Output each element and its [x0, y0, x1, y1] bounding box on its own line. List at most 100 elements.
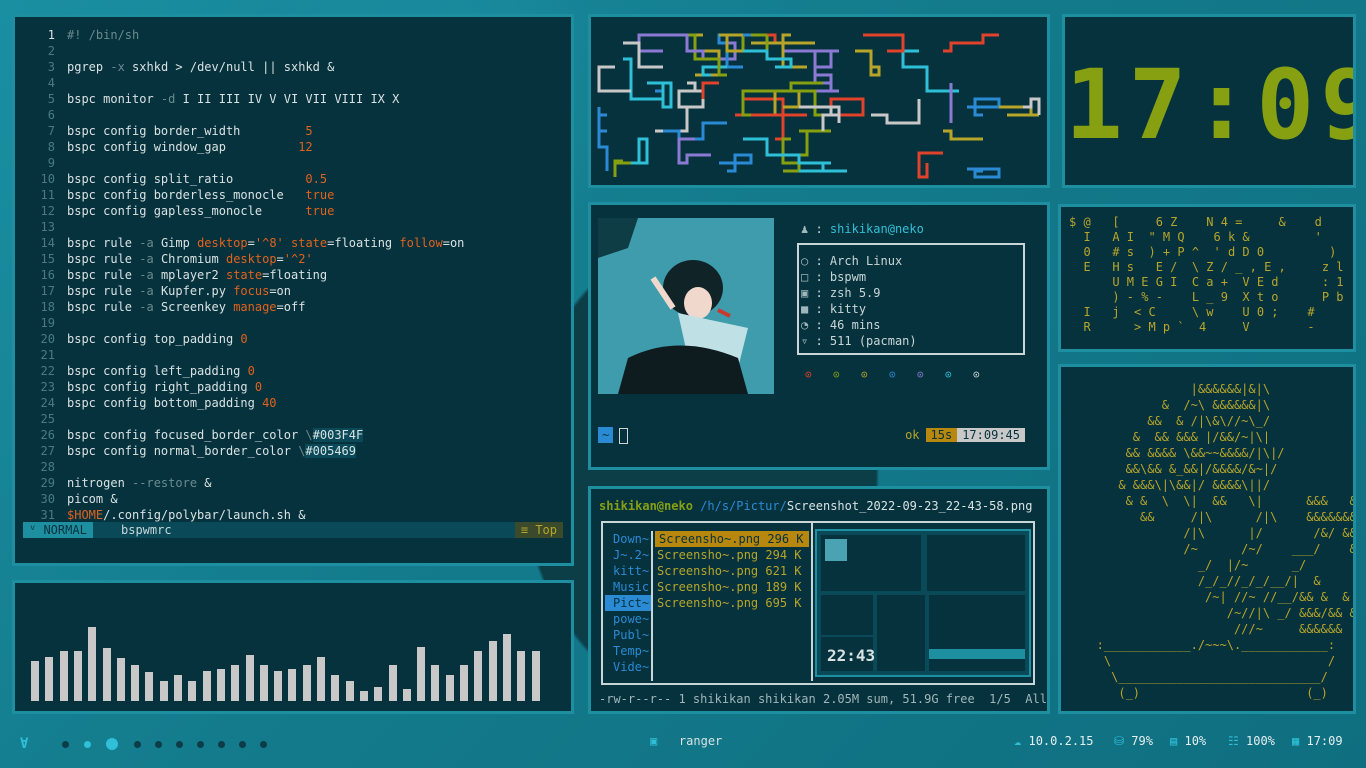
workspace-5[interactable] [155, 741, 162, 748]
workspace-7[interactable] [197, 741, 204, 748]
dir-item[interactable]: Temp~ [603, 643, 651, 659]
code-token: --restore [132, 476, 205, 490]
workspace-4[interactable] [134, 741, 141, 748]
disk-module[interactable]: ⛁ 79% [1114, 734, 1153, 748]
editor-window[interactable]: 1 #! /bin/sh 2 3 pgrep -x sxhkd > /dev/null … [12, 14, 574, 566]
pipe-segment [671, 33, 703, 53]
memory-module[interactable]: ▤ 10% [1170, 734, 1206, 748]
workspace-10[interactable] [260, 741, 267, 748]
parent-dir-column[interactable]: Down~ J~.2~ kitt~ Music Pict~ powe~ Publ~ Temp~… [603, 531, 653, 681]
code-line[interactable]: 1 #! /bin/sh [23, 27, 563, 43]
pipe-segment [967, 97, 1001, 117]
file-item[interactable]: Screensho~.png 695 K [653, 595, 811, 611]
code-line[interactable]: 7 bspc config border_width 5 [23, 123, 563, 139]
dir-item[interactable]: powe~ [603, 611, 651, 627]
file-item[interactable]: Screensho~.png 621 K [653, 563, 811, 579]
code-line[interactable]: 26 bspc config focused_border_color \#003… [23, 427, 563, 443]
arch-logo-icon[interactable]: Ɐ [20, 736, 28, 752]
dir-item[interactable]: Down~ [603, 531, 651, 547]
dir-item[interactable]: Pict~ [605, 595, 651, 611]
code-line[interactable]: 9 [23, 155, 563, 171]
visualizer-bar [31, 661, 39, 701]
code-line[interactable]: 27 bspc config normal_border_color \#0054… [23, 443, 563, 459]
fetch-row: ○ : Arch Linux [801, 253, 924, 269]
line-number: 30 [40, 492, 55, 506]
code-line[interactable]: 6 [23, 107, 563, 123]
code-line[interactable]: 8 bspc config window_gap 12 [23, 139, 563, 155]
pipe-segment [735, 113, 785, 141]
code-token: bspc config split_ratio [67, 172, 306, 186]
code-line[interactable]: 24 bspc config bottom_padding 40 [23, 395, 563, 411]
cpu-module[interactable]: ☷ 100% [1228, 734, 1275, 748]
code-line[interactable]: 12 bspc config gapless_monocle true [23, 203, 563, 219]
code-line[interactable]: 30 picom & [23, 491, 563, 507]
code-line[interactable]: 16 bspc rule -a mplayer2 state=floating [23, 267, 563, 283]
workspace-1[interactable] [62, 741, 69, 748]
dir-item[interactable]: Music [603, 579, 651, 595]
code-line[interactable]: 13 [23, 219, 563, 235]
pipe-segment [999, 105, 1039, 117]
workspace-9[interactable] [239, 741, 246, 748]
ranger-statusbar: -rw-r--r-- 1 shikikan shikikan 2.05M sum… [599, 692, 1047, 706]
clock-module[interactable]: ▦ 17:09 [1292, 734, 1343, 748]
file-item[interactable]: Screensho~.png 296 K [655, 531, 809, 547]
shell-prompt[interactable]: ~ [598, 427, 629, 444]
code-line[interactable]: 4 [23, 75, 563, 91]
code-line[interactable]: 18 bspc rule -a Screenkey manage=off [23, 299, 563, 315]
dir-item[interactable]: kitt~ [603, 563, 651, 579]
prompt-status: ok 15s 17:09:45 [905, 427, 1025, 443]
code-line[interactable]: 2 [23, 43, 563, 59]
code-line[interactable]: 3 pgrep -x sxhkd > /dev/null || sxhkd & [23, 59, 563, 75]
code-token: -a [139, 284, 161, 298]
exit-status: ok [905, 428, 920, 442]
code-line[interactable]: 19 [23, 315, 563, 331]
file-name: Screensho~.png [659, 532, 761, 546]
avatar [598, 218, 774, 394]
code-token: =off [276, 300, 306, 314]
file-item[interactable]: Screensho~.png 189 K [653, 579, 811, 595]
random-chars: $ @ [ 6 Z N 4 = & d I A I " M Q 6 k & ' … [1069, 215, 1344, 334]
cloud-icon: ☁ [1014, 734, 1022, 748]
workspace-3-focused[interactable] [106, 738, 118, 750]
code-line[interactable]: 15 bspc rule -a Chromium desktop='^2' [23, 251, 563, 267]
code-token: bspc config window_gap [67, 140, 299, 154]
current-dir-column[interactable]: Screensho~.png 296 K Screensho~.png 294 K… [653, 523, 813, 681]
code-line[interactable]: 14 bspc rule -a Gimp desktop='^8' state=f… [23, 235, 563, 251]
dir-item[interactable]: J~.2~ [603, 547, 651, 563]
code-line[interactable]: 31 $HOME/.config/polybar/launch.sh & [23, 507, 563, 523]
line-number: 6 [47, 108, 55, 122]
code-line[interactable]: 10 bspc config split_ratio 0.5 [23, 171, 563, 187]
ranger-window[interactable]: shikikan@neko /h/s/Pictur/Screenshot_202… [588, 486, 1050, 714]
fetch-row: ◔ : 46 mins [801, 317, 924, 333]
code-line[interactable]: 5 bspc monitor -d I II III IV V VI VII VI… [23, 91, 563, 107]
terminal-fetch-window[interactable]: ♟ : shikikan@neko ○ : Arch Linux □ : bspw… [588, 202, 1050, 470]
code-token: -a [139, 300, 161, 314]
code-line[interactable]: 21 [23, 347, 563, 363]
workspace-6[interactable] [176, 741, 183, 748]
workspace-8[interactable] [218, 741, 225, 748]
line-number: 27 [40, 444, 55, 458]
pipe-segment [943, 129, 983, 141]
code-view[interactable]: 1 #! /bin/sh 2 3 pgrep -x sxhkd > /dev/null … [23, 27, 563, 523]
code-line[interactable]: 25 [23, 411, 563, 427]
code-line[interactable]: 11 bspc config borderless_monocle true [23, 187, 563, 203]
color-dots: ⊙ ⊙ ⊙ ⊙ ⊙ ⊙ ⊙ [805, 367, 1001, 381]
pipe-segment [741, 89, 799, 117]
code-line[interactable]: 17 bspc rule -a Kupfer.py focus=on [23, 283, 563, 299]
file-item[interactable]: Screensho~.png 294 K [653, 547, 811, 563]
dir-item[interactable]: Vide~ [603, 659, 651, 675]
code-line[interactable]: 28 [23, 459, 563, 475]
visualizer-bar [345, 681, 354, 701]
dir-item[interactable]: Publ~ [603, 627, 651, 643]
visualizer-bar [231, 665, 240, 701]
code-token: desktop [225, 252, 277, 266]
visualizer-bar [445, 675, 454, 701]
code-line[interactable]: 20 bspc config top_padding 0 [23, 331, 563, 347]
calendar-icon: ▦ [1292, 734, 1300, 748]
code-line[interactable]: 23 bspc config right_padding 0 [23, 379, 563, 395]
code-line[interactable]: 22 bspc config left_padding 0 [23, 363, 563, 379]
network-module[interactable]: ☁ 10.0.2.15 [1014, 734, 1094, 748]
visualizer-bar [145, 672, 154, 701]
code-line[interactable]: 29 nitrogen --restore & [23, 475, 563, 491]
workspace-2[interactable] [84, 741, 91, 748]
